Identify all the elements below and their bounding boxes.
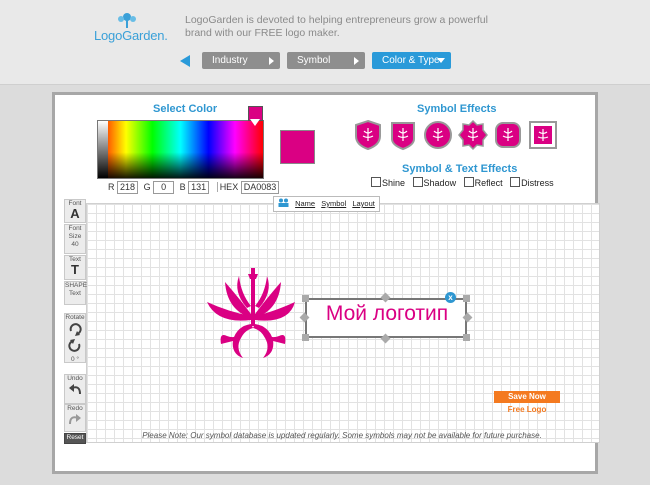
tree-icon [118,13,136,28]
tab-name[interactable]: Name [295,199,315,208]
shield-effect-icon[interactable] [353,119,383,151]
b-input[interactable]: 131 [188,181,210,194]
people-icon [278,198,289,207]
distress-checkbox[interactable] [510,177,521,187]
font-size-value: 40 [71,241,79,248]
font-tool[interactable]: Font A [64,199,86,223]
logogarden-logo[interactable]: LogoGarden. [94,12,176,43]
hex-input[interactable]: DA0083 [240,181,280,194]
shine-checkbox[interactable] [371,177,381,187]
resize-handle-tr[interactable] [463,295,470,302]
logo-text[interactable]: Мой логотип [307,302,467,326]
chevron-right-icon [269,57,274,65]
badge-effect-icon[interactable] [388,119,418,151]
shape-text-tool[interactable]: SHAPE Text [64,281,88,305]
back-arrow-icon[interactable] [180,55,190,67]
resize-handle-br[interactable] [463,334,470,341]
rgb-inputs: R 218 G 0 B 131 HEX DA0083 [108,181,282,194]
font-icon: A [70,206,80,221]
tab-symbol[interactable]: Symbol [321,199,346,208]
save-now-button[interactable]: Save Now [494,391,560,403]
text-icon: T [71,262,79,277]
rotate-ccw-icon[interactable] [68,339,82,353]
chevron-right-icon [354,57,359,65]
rotate-cw-icon[interactable] [68,322,82,336]
burst-effect-icon[interactable] [458,119,488,151]
symbol-effects-title: Symbol Effects [417,103,497,115]
g-input[interactable]: 0 [153,181,175,194]
circle-effect-icon[interactable] [423,119,453,151]
chevron-down-icon [437,58,445,63]
undo-icon [69,384,81,395]
logo-text: LogoGarden. [94,28,168,43]
rounded-effect-icon[interactable] [493,119,523,151]
rotate-label: Rotate [65,314,85,321]
grayscale-strip[interactable] [98,121,108,178]
b-label: B [179,182,186,192]
reset-label: Reset [66,434,84,441]
redo-tool[interactable]: Redo [64,404,86,432]
step-label: Symbol [297,55,331,66]
text-effects-title: Symbol & Text Effects [402,163,518,175]
resize-handle-bl[interactable] [302,334,309,341]
step-industry[interactable]: Industry [202,52,280,69]
shadow-option[interactable]: Shadow [412,177,457,188]
redo-label: Redo [67,405,83,412]
step-label: Industry [212,55,248,66]
shine-option[interactable]: Shine [371,177,406,188]
hex-label: HEX [219,182,239,192]
step-color-type[interactable]: Color & Type [372,52,451,69]
select-color-title: Select Color [153,103,218,115]
reflect-option[interactable]: Reflect [463,177,503,188]
text-effects-options: Shine Shadow Reflect Distress [371,177,559,188]
option-label: Shadow [423,178,457,188]
text-tool[interactable]: Text T [64,255,86,280]
tab-layout[interactable]: Layout [352,199,375,208]
font-size-label: Font Size [68,225,82,240]
shape-label: SHAPE [65,282,88,289]
option-label: Reflect [474,178,503,188]
font-size-tool[interactable]: Font Size 40 [64,224,86,254]
g-label: G [143,182,151,192]
color-spectrum[interactable] [97,120,264,179]
reset-button[interactable]: Reset [64,433,86,444]
reflect-checkbox[interactable] [463,177,474,187]
flower-symbol[interactable] [207,268,295,364]
option-label: Shine [382,178,406,188]
database-note: Please Note: Our symbol database is upda… [142,431,542,440]
tagline: LogoGarden is devoted to helping entrepr… [185,14,488,39]
editor-frame: Select Color R 218 G 0 B 131 HEX DA0083 … [52,92,600,474]
selected-color-swatch [280,130,315,164]
redo-icon [69,414,81,425]
undo-tool[interactable]: Undo [64,374,86,404]
r-input[interactable]: 218 [117,181,139,194]
distress-option[interactable]: Distress [510,177,554,188]
free-logo-label: Free Logo [507,405,547,414]
step-symbol[interactable]: Symbol [287,52,365,69]
resize-handle-tl[interactable] [302,295,309,302]
undo-label: Undo [67,375,83,382]
step-label: Color & Type [382,55,440,66]
rotate-value: 0 ° [70,356,80,363]
option-label: Distress [521,178,554,188]
top-bar: LogoGarden. LogoGarden is devoted to hel… [0,0,650,85]
shape-text-label: Text [69,290,81,297]
close-icon[interactable]: x [445,292,456,303]
canvas-tabs: Name Symbol Layout [273,196,380,212]
picker-pointer-icon [250,119,260,126]
rotate-tool[interactable]: Rotate 0 ° [64,313,86,363]
square-effect-icon[interactable] [528,119,558,151]
shadow-checkbox[interactable] [412,177,423,187]
r-label: R [108,182,115,192]
